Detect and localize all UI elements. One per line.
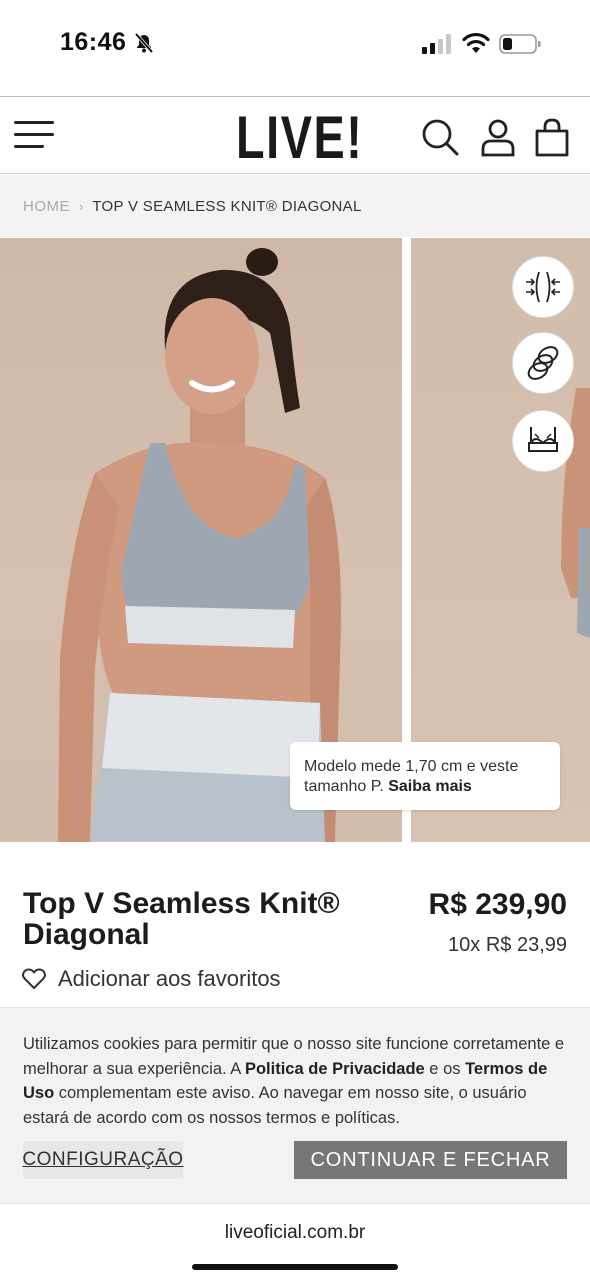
heart-icon (22, 968, 46, 989)
product-title: Top V Seamless Knit® Diagonal (23, 887, 340, 951)
cellular-signal-icon (422, 34, 451, 54)
cookie-text-part: complementam este aviso. Ao navegar em n… (23, 1084, 527, 1127)
breadcrumb-separator: › (79, 198, 84, 214)
site-header: LIVE! (0, 96, 590, 174)
model-size-note: Modelo mede 1,70 cm e veste tamanho P. S… (290, 742, 560, 810)
cookie-config-button[interactable]: CONFIGURAÇÃO (22, 1141, 183, 1179)
feature-bra-icon[interactable] (512, 410, 574, 472)
cookie-message: Utilizamos cookies para permitir que o n… (23, 1032, 571, 1130)
feature-rings-icon[interactable] (512, 332, 574, 394)
battery-icon (499, 34, 541, 54)
search-icon[interactable] (420, 117, 460, 157)
home-indicator[interactable] (192, 1264, 398, 1270)
status-time: 16:46 (60, 28, 127, 56)
wifi-icon (462, 32, 490, 53)
breadcrumb: HOME › TOP V SEAMLESS KNIT® DIAGONAL (0, 175, 590, 237)
breadcrumb-current: TOP V SEAMLESS KNIT® DIAGONAL (92, 197, 362, 215)
privacy-policy-link[interactable]: Politica de Privacidade (245, 1060, 425, 1078)
breadcrumb-home-link[interactable]: HOME (23, 198, 70, 215)
brand-logo[interactable]: LIVE! (236, 103, 363, 172)
cookie-banner: Utilizamos cookies para permitir que o n… (0, 1007, 590, 1203)
menu-icon[interactable] (14, 121, 54, 151)
browser-url-bar[interactable]: liveoficial.com.br (0, 1203, 590, 1280)
cookie-text-part: e os (424, 1059, 466, 1078)
product-gallery[interactable]: Modelo mede 1,70 cm e veste tamanho P. S… (0, 238, 590, 842)
add-to-favorites[interactable]: Adicionar aos favoritos (22, 966, 281, 992)
bag-icon[interactable] (532, 117, 572, 157)
learn-more-link[interactable]: Saiba mais (388, 778, 472, 795)
installment-price: 10x R$ 23,99 (448, 934, 567, 956)
continue-and-close-button[interactable]: CONTINUAR E FECHAR (294, 1141, 567, 1179)
product-price: R$ 239,90 (428, 888, 567, 921)
bell-muted-icon (134, 32, 154, 54)
status-bar: 16:46 (0, 0, 590, 96)
feature-compression-icon[interactable] (512, 256, 574, 318)
favorites-label: Adicionar aos favoritos (58, 966, 281, 991)
user-icon[interactable] (478, 117, 518, 157)
url-text[interactable]: liveoficial.com.br (0, 1222, 590, 1244)
